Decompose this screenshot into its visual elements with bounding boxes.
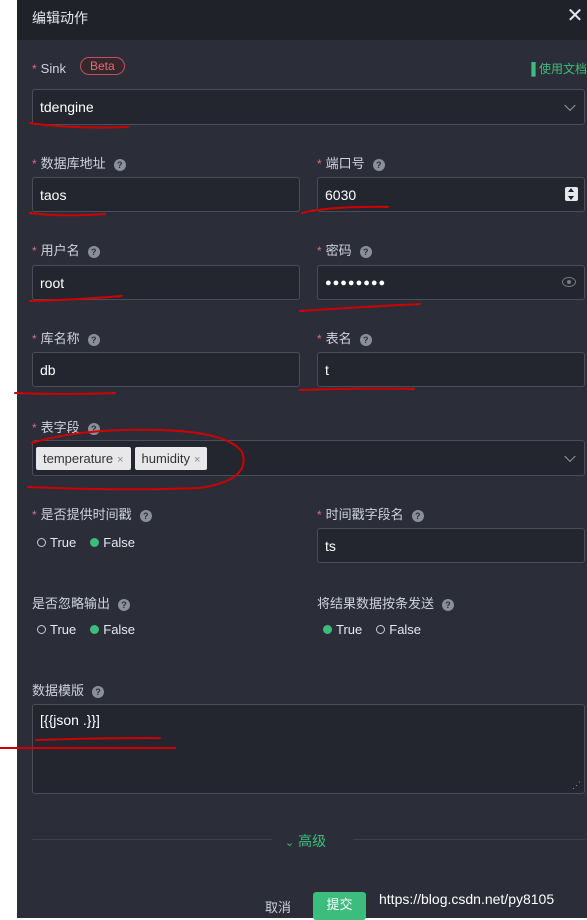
dialog-title: 编辑动作	[32, 10, 88, 26]
help-icon[interactable]: ?	[442, 598, 455, 611]
sink-select-value: tdengine	[40, 99, 94, 115]
radio-true[interactable]: True	[37, 535, 76, 550]
cancel-button[interactable]: 取消	[265, 897, 291, 916]
table-input[interactable]: t	[317, 352, 585, 387]
ts-field-label: * 时间戳字段名?	[317, 504, 424, 523]
password-input[interactable]: ●●●●●●●●	[317, 265, 585, 300]
radio-circle	[37, 538, 46, 547]
dialog-header: 编辑动作 ✕	[17, 0, 587, 40]
radio-false[interactable]: False	[90, 535, 135, 550]
send-single-radio-group: True False	[323, 622, 435, 637]
edit-action-dialog: 编辑动作 ✕ * Sink Beta ▐ 使用文档 tdengine * 数据库地址…	[17, 0, 587, 920]
sink-select[interactable]: tdengine	[32, 89, 585, 125]
chevron-down-icon: ⌄	[285, 837, 295, 849]
radio-circle-checked	[90, 625, 100, 634]
number-stepper[interactable]	[565, 187, 578, 201]
doc-link[interactable]: ▐ 使用文档	[527, 60, 587, 77]
help-icon[interactable]: ?	[118, 598, 131, 611]
columns-select[interactable]: temperature × humidity ×	[32, 440, 585, 476]
radio-circle-checked	[323, 625, 332, 634]
table-label: * 表名?	[317, 328, 372, 347]
sink-label: * Sink	[32, 61, 66, 76]
help-icon[interactable]: ?	[372, 158, 385, 171]
close-icon[interactable]: ✕	[565, 3, 585, 29]
chevron-down-icon	[564, 99, 576, 112]
template-textarea[interactable]: [{{json .}}] ⋰	[32, 704, 585, 794]
radio-circle-checked	[90, 538, 100, 547]
watermark-text: https://blog.csdn.net/py8105	[379, 891, 555, 907]
radio-false[interactable]: False	[376, 622, 421, 637]
user-label: * 用户名?	[32, 240, 100, 259]
help-icon[interactable]: ?	[411, 509, 424, 522]
database-input[interactable]: db	[32, 352, 300, 387]
help-icon[interactable]: ?	[92, 685, 105, 698]
send-single-label: 将结果数据按条发送?	[317, 593, 455, 612]
document-icon: ▐	[527, 62, 536, 76]
submit-button[interactable]: 提交	[313, 892, 366, 920]
help-icon[interactable]: ?	[87, 245, 100, 258]
provide-ts-label: * 是否提供时间戳?	[32, 504, 152, 523]
resize-handle-icon[interactable]: ⋰	[572, 780, 581, 791]
beta-badge: Beta	[80, 57, 125, 75]
advanced-toggle[interactable]: ⌄ 高级	[285, 831, 326, 851]
help-icon[interactable]: ?	[87, 422, 100, 435]
divider-right	[353, 839, 585, 840]
columns-label: * 表字段?	[32, 417, 100, 436]
omit-output-radio-group: True False	[37, 622, 149, 637]
eye-icon[interactable]	[562, 277, 576, 287]
help-icon[interactable]: ?	[359, 245, 372, 258]
radio-true[interactable]: True	[37, 622, 76, 637]
password-label: * 密码?	[317, 240, 372, 259]
help-icon[interactable]: ?	[87, 333, 100, 346]
help-icon[interactable]: ?	[359, 333, 372, 346]
help-icon[interactable]: ?	[113, 158, 126, 171]
tag-remove-icon[interactable]: ×	[117, 454, 123, 466]
radio-circle	[37, 625, 46, 634]
tag-temperature: temperature ×	[36, 446, 131, 470]
omit-output-label: 是否忽略输出?	[32, 593, 131, 612]
tag-humidity: humidity ×	[134, 446, 208, 470]
database-label: * 库名称?	[32, 328, 100, 347]
port-input[interactable]: 6030	[317, 177, 585, 212]
ts-field-input[interactable]: ts	[317, 528, 585, 563]
divider-left	[32, 839, 272, 840]
host-label: * 数据库地址?	[32, 153, 126, 172]
radio-true[interactable]: True	[323, 622, 362, 637]
radio-circle	[376, 625, 386, 634]
radio-false[interactable]: False	[90, 622, 135, 637]
template-label: 数据模版?	[32, 680, 105, 699]
provide-ts-radio-group: True False	[37, 535, 149, 550]
port-label: * 端口号?	[317, 153, 385, 172]
chevron-down-icon	[564, 450, 576, 463]
user-input[interactable]: root	[32, 265, 300, 300]
tag-remove-icon[interactable]: ×	[194, 454, 200, 466]
host-input[interactable]: taos	[32, 177, 300, 212]
help-icon[interactable]: ?	[139, 509, 152, 522]
